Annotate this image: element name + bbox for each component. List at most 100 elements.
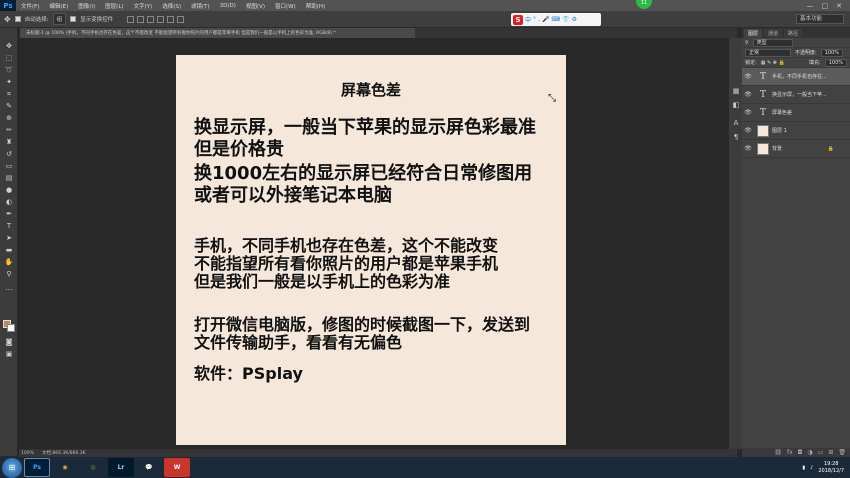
ime-lang[interactable]: 中 — [525, 15, 531, 24]
dodge-icon[interactable]: ◐ — [4, 198, 14, 206]
gradient-icon[interactable]: ▤ — [4, 174, 14, 182]
taskbar-chrome[interactable]: ◎ — [80, 458, 106, 477]
type-icon[interactable]: T — [4, 222, 14, 230]
taskbar-photoshop[interactable]: Ps — [24, 458, 50, 477]
trash-icon[interactable]: 🗑 — [838, 449, 846, 456]
pen-icon[interactable]: ✒ — [4, 210, 14, 218]
menu-file[interactable]: 文件(F) — [16, 2, 44, 10]
tab-paths[interactable]: 路径 — [784, 29, 803, 38]
menu-view[interactable]: 视图(V) — [241, 2, 270, 10]
workspace-dropdown[interactable]: 基本功能 — [796, 14, 844, 24]
ime-voice-icon[interactable]: 🎤 — [542, 16, 549, 23]
layer-name[interactable]: 换显示屏，一般当下苹... — [772, 91, 827, 98]
marquee-icon[interactable]: ⬚ — [4, 54, 14, 62]
taskbar-wechat[interactable]: 💬 — [136, 458, 162, 477]
taskbar-wps[interactable]: W — [164, 458, 190, 477]
canvas-area[interactable]: 屏幕色差 换显示屏，一般当下苹果的显示屏色彩最准 但是价格贵 换1000左右的显… — [19, 38, 737, 449]
blur-icon[interactable]: ● — [4, 186, 14, 194]
background-color-swatch[interactable] — [7, 324, 15, 332]
visibility-eye-icon[interactable]: 👁 — [742, 109, 754, 116]
new-layer-icon[interactable]: ⊞ — [828, 449, 833, 456]
hand-icon[interactable]: ✋ — [4, 258, 14, 266]
minimize-button[interactable]: — — [807, 2, 814, 10]
brush-icon[interactable]: ✏ — [4, 126, 14, 134]
add-mask-icon[interactable]: ◘ — [798, 449, 803, 456]
adjustment-icon[interactable]: ◑ — [807, 449, 812, 456]
align-right-icon[interactable] — [177, 15, 185, 23]
link-layers-icon[interactable]: ⛓ — [774, 449, 782, 456]
layer-row[interactable]: 👁 图层 1 — [742, 122, 850, 140]
crop-icon[interactable]: ⌗ — [4, 90, 14, 98]
layer-row[interactable]: 👁 T 手机，不同手机也存在... — [742, 68, 850, 86]
layer-name[interactable]: 背景 — [772, 145, 782, 152]
zoom-level[interactable]: 100% — [21, 451, 34, 456]
more-tools-icon[interactable]: … — [4, 284, 14, 292]
new-group-icon[interactable]: ▭ — [818, 449, 824, 456]
ime-settings-icon[interactable]: ⚙ — [572, 16, 577, 23]
clone-stamp-icon[interactable]: ♜ — [4, 138, 14, 146]
document-canvas[interactable]: 屏幕色差 换显示屏，一般当下苹果的显示屏色彩最准 但是价格贵 换1000左右的显… — [176, 55, 566, 445]
visibility-eye-icon[interactable]: 👁 — [742, 145, 754, 152]
start-button[interactable]: ⊞ — [2, 457, 22, 478]
blend-mode-dropdown[interactable]: 正常 — [745, 48, 791, 57]
menu-layer[interactable]: 图层(L) — [100, 2, 128, 10]
show-transform-checkbox[interactable] — [70, 16, 77, 22]
close-button[interactable]: ✕ — [836, 2, 842, 10]
align-bottom-icon[interactable] — [147, 15, 155, 23]
auto-select-dropdown[interactable]: 组 — [52, 13, 67, 25]
layer-name[interactable]: 屏幕色差 — [772, 109, 792, 116]
ime-skin-icon[interactable]: 👕 — [562, 16, 569, 23]
menu-image[interactable]: 图像(I) — [73, 2, 100, 10]
document-tab[interactable]: 未标题-1 @ 100% (手机，不同手机也存在色差，这个不能改变 不能指望所有… — [20, 28, 415, 38]
ime-comma[interactable]: , — [538, 16, 540, 23]
eraser-icon[interactable]: ▭ — [4, 162, 14, 170]
layer-row[interactable]: 👁 背景 🔒 — [742, 140, 850, 158]
menu-edit[interactable]: 编辑(E) — [44, 2, 73, 10]
screen-mode-icon[interactable]: ▣ — [4, 350, 14, 358]
network-icon[interactable]: ▮ — [802, 465, 805, 471]
maximize-button[interactable]: □ — [822, 2, 829, 10]
history-panel-icon[interactable]: ▦ — [731, 86, 741, 95]
layer-row[interactable]: 👁 T 换显示屏，一般当下苹... — [742, 86, 850, 104]
taskbar-lightroom[interactable]: Lr — [108, 458, 134, 477]
ime-keyboard-icon[interactable]: ⌨ — [551, 16, 560, 23]
menu-help[interactable]: 帮助(H) — [301, 2, 330, 10]
fx-icon[interactable]: fx — [787, 449, 793, 456]
move-tool-icon[interactable]: ✥ — [4, 15, 11, 24]
clock[interactable]: 19:28 2018/12/7 — [818, 461, 844, 475]
visibility-eye-icon[interactable]: 👁 — [742, 73, 754, 80]
align-left-icon[interactable] — [157, 15, 165, 23]
zoom-icon[interactable]: ⚲ — [4, 270, 14, 278]
character-panel-icon[interactable]: A — [731, 118, 741, 127]
menu-filter[interactable]: 滤镜(T) — [186, 2, 215, 10]
menu-type[interactable]: 文字(Y) — [129, 2, 158, 10]
align-top-icon[interactable] — [127, 15, 135, 23]
opacity-field[interactable]: 100% — [820, 48, 843, 57]
ime-punct[interactable]: ° — [533, 16, 536, 23]
properties-panel-icon[interactable]: ◧ — [731, 100, 741, 109]
align-middle-icon[interactable] — [137, 15, 145, 23]
fill-field[interactable]: 100% — [824, 58, 847, 67]
layer-row[interactable]: 👁 T 屏幕色差 — [742, 104, 850, 122]
tab-channels[interactable]: 通道 — [764, 29, 783, 38]
quick-mask-icon[interactable]: ◙ — [4, 338, 14, 346]
healing-brush-icon[interactable]: ⊕ — [4, 114, 14, 122]
shape-icon[interactable]: ▬ — [4, 246, 14, 254]
layer-name[interactable]: 手机，不同手机也存在... — [772, 73, 827, 80]
eyedropper-icon[interactable]: ✎ — [4, 102, 14, 110]
volume-icon[interactable]: ♪ — [810, 465, 813, 471]
menu-window[interactable]: 窗口(W) — [270, 2, 301, 10]
menu-select[interactable]: 选择(S) — [157, 2, 186, 10]
path-select-icon[interactable]: ➤ — [4, 234, 14, 242]
taskbar-app-2[interactable]: ◉ — [52, 458, 78, 477]
lasso-icon[interactable]: ➰ — [4, 66, 14, 74]
move-icon[interactable]: ✥ — [4, 42, 14, 50]
lock-icons[interactable]: ▦ ✎ ✥ 🔒 — [761, 60, 785, 66]
sogou-logo-icon[interactable]: S — [513, 14, 523, 25]
menu-3d[interactable]: 3D(D) — [215, 3, 241, 9]
magic-wand-icon[interactable]: ✦ — [4, 78, 14, 86]
layer-name[interactable]: 图层 1 — [772, 127, 787, 134]
history-brush-icon[interactable]: ↺ — [4, 150, 14, 158]
paragraph-panel-icon[interactable]: ¶ — [731, 132, 741, 141]
visibility-eye-icon[interactable]: 👁 — [742, 91, 754, 98]
